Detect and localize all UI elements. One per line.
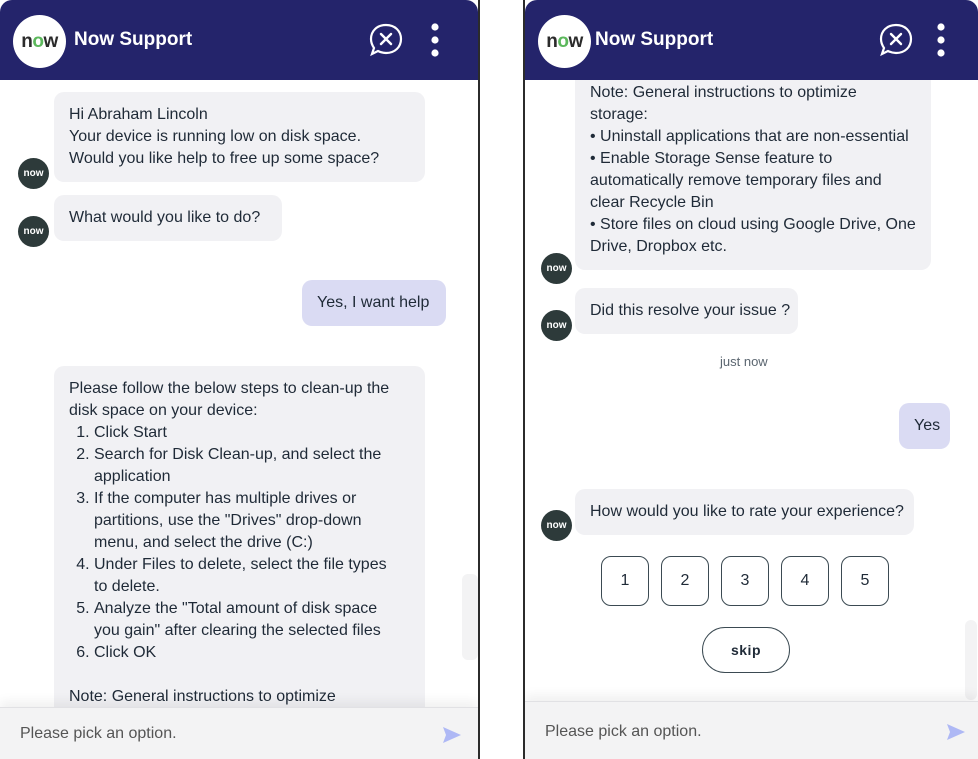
message-line: Your device is running low on disk space… — [69, 128, 362, 145]
user-message: Yes, I want help — [302, 280, 446, 326]
message-line: automatically remove temporary files and — [590, 172, 882, 189]
message-line: Yes — [914, 417, 941, 434]
message-line: Note: General instructions to optimize — [69, 688, 336, 705]
rating-button-5[interactable]: 5 — [841, 556, 889, 606]
message-input[interactable] — [545, 720, 925, 744]
more-vertical-icon[interactable] — [428, 22, 442, 58]
bot-message-rating: How would you like to rate your experien… — [575, 489, 914, 535]
close-chat-icon[interactable] — [878, 22, 914, 58]
chat-header: now Now Support — [525, 0, 978, 80]
bot-avatar: now — [18, 216, 49, 247]
message-line: Would you like help to free up some spac… — [69, 150, 380, 167]
message-line: Did this resolve your issue ? — [590, 302, 791, 319]
bot-message-question: What would you like to do? — [54, 195, 282, 241]
step-item: Click Start — [94, 422, 410, 444]
message-line: Hi Abraham Lincoln — [69, 106, 208, 123]
message-list: Note: General instructions to optimize s… — [525, 80, 978, 701]
timestamp: just now — [720, 354, 768, 369]
rating-options: 1 2 3 4 5 — [601, 556, 889, 606]
rating-button-1[interactable]: 1 — [601, 556, 649, 606]
bot-message-resolve: Did this resolve your issue ? — [575, 288, 798, 334]
now-logo: now — [13, 15, 66, 68]
chat-header: now Now Support — [0, 0, 478, 80]
bot-message-greeting: Hi Abraham Lincoln Your device is runnin… — [54, 92, 425, 182]
message-line: Please follow the below steps to clean-u… — [69, 380, 390, 397]
message-line: storage: — [590, 106, 648, 123]
bot-message-steps: Please follow the below steps to clean-u… — [54, 366, 425, 707]
message-line: disk space on your device: — [69, 402, 258, 419]
message-line: • Store files on cloud using Google Driv… — [590, 216, 916, 233]
rating-button-3[interactable]: 3 — [721, 556, 769, 606]
rating-button-4[interactable]: 4 — [781, 556, 829, 606]
message-line: • Enable Storage Sense feature to — [590, 150, 833, 167]
message-line: clear Recycle Bin — [590, 194, 714, 211]
send-icon[interactable] — [442, 726, 462, 744]
chat-window-left: now Now Support Hi Abraham Lincoln Your … — [0, 0, 480, 759]
bot-message-note: Note: General instructions to optimize s… — [575, 80, 931, 270]
message-line: Note: General instructions to optimize — [590, 84, 857, 101]
message-line: • Uninstall applications that are non-es… — [590, 128, 909, 145]
now-logo: now — [538, 15, 591, 68]
step-item: If the computer has multiple drives orpa… — [94, 488, 410, 554]
header-title: Now Support — [74, 29, 193, 50]
steps-list: Click Start Search for Disk Clean-up, an… — [69, 422, 410, 664]
more-vertical-icon[interactable] — [934, 22, 948, 58]
message-input[interactable] — [20, 722, 400, 746]
step-item: Under Files to delete, select the file t… — [94, 554, 410, 598]
scrollbar-thumb[interactable] — [462, 574, 478, 660]
close-chat-icon[interactable] — [368, 22, 404, 58]
composer — [525, 701, 978, 759]
send-icon[interactable] — [946, 723, 966, 741]
bot-avatar: now — [541, 510, 572, 541]
step-item: Analyze the "Total amount of disk spacey… — [94, 598, 410, 642]
user-message: Yes — [899, 403, 950, 449]
step-item: Click OK — [94, 642, 410, 664]
header-title: Now Support — [595, 29, 714, 50]
message-line: Drive, Dropbox etc. — [590, 238, 727, 255]
message-line: What would you like to do? — [69, 209, 261, 226]
rating-button-2[interactable]: 2 — [661, 556, 709, 606]
chat-window-right: now Now Support Note: General instructio… — [523, 0, 978, 759]
skip-button[interactable]: skip — [702, 627, 790, 673]
composer — [0, 707, 478, 759]
bot-avatar: now — [541, 310, 572, 341]
bot-avatar: now — [18, 158, 49, 189]
bot-avatar: now — [541, 253, 572, 284]
message-line: How would you like to rate your experien… — [590, 503, 904, 520]
message-list: Hi Abraham Lincoln Your device is runnin… — [0, 80, 478, 707]
step-item: Search for Disk Clean-up, and select the… — [94, 444, 410, 488]
message-line: Yes, I want help — [317, 294, 430, 311]
panel-gap — [482, 0, 523, 759]
scrollbar-thumb[interactable] — [965, 620, 977, 700]
